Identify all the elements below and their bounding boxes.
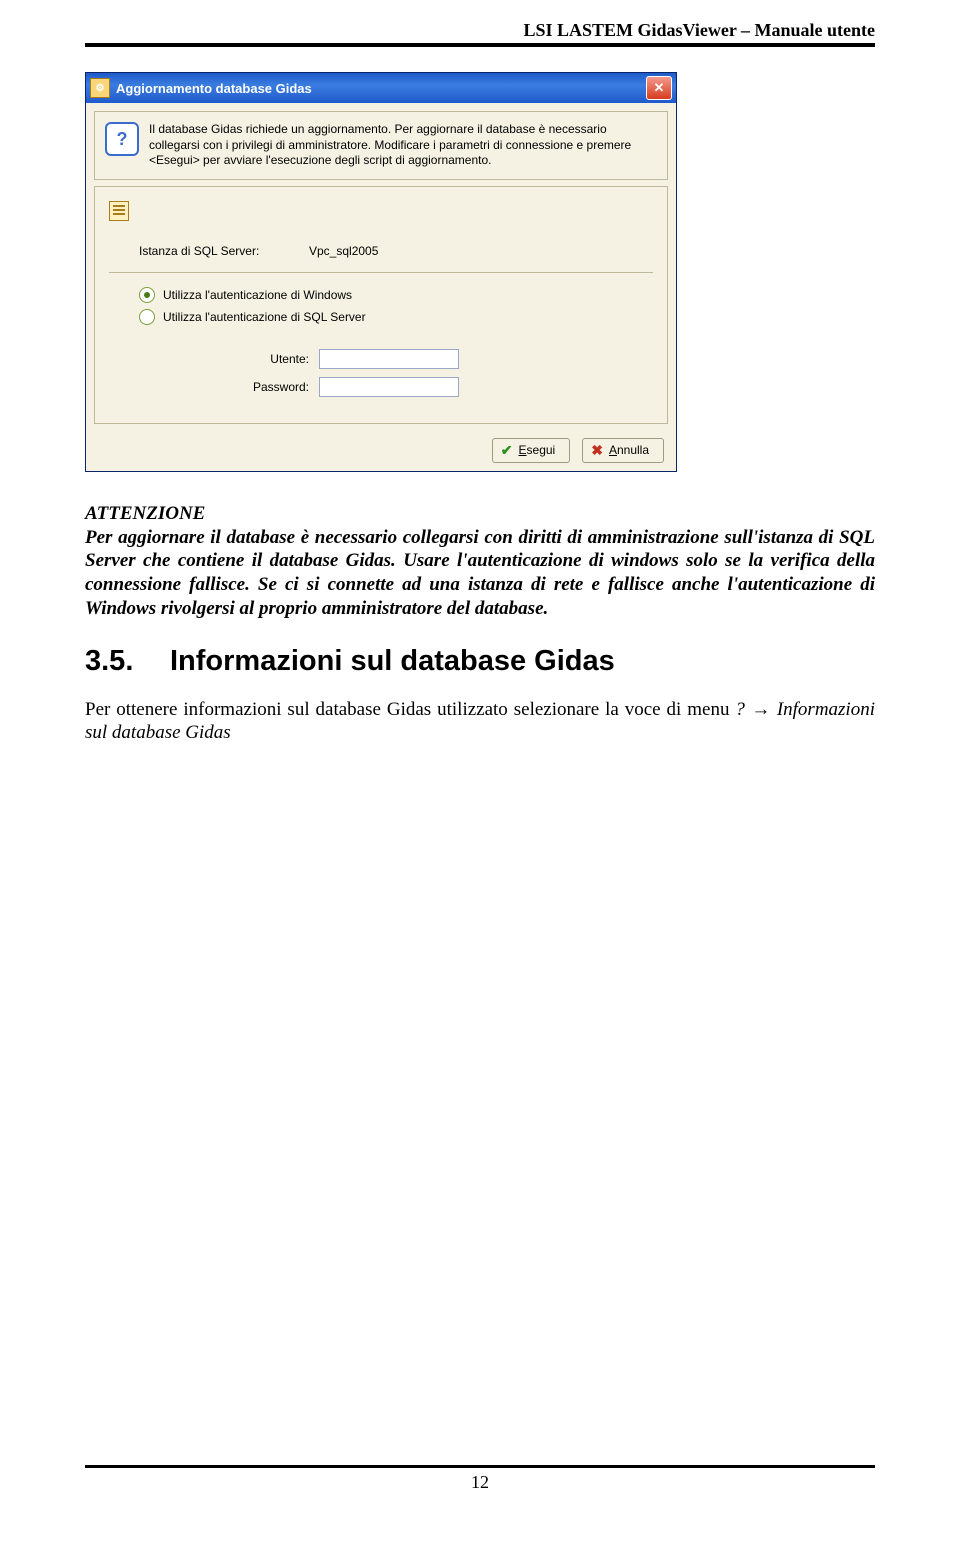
attention-label: ATTENZIONE: [85, 503, 205, 524]
attention-text: Per aggiornare il database è necessario …: [85, 527, 875, 619]
execute-hotkey: E: [519, 443, 527, 457]
dialog-title: Aggiornamento database Gidas: [116, 81, 312, 96]
sheet-icon: [109, 201, 129, 221]
cancel-button[interactable]: ✖ Annulla: [582, 438, 664, 463]
section-heading: 3.5. Informazioni sul database Gidas: [85, 645, 875, 678]
user-input[interactable]: [319, 349, 459, 369]
password-input[interactable]: [319, 377, 459, 397]
instance-label: Istanza di SQL Server:: [109, 244, 309, 258]
page-number: 12: [471, 1472, 489, 1492]
user-label: Utente:: [109, 352, 319, 366]
cancel-rest: nnulla: [617, 443, 649, 457]
app-icon: ⚙: [90, 78, 110, 98]
form-area: Istanza di SQL Server: Vpc_sql2005 Utili…: [94, 186, 668, 424]
execute-button[interactable]: ✔ Esegui: [492, 438, 570, 463]
info-panel: ? Il database Gidas richiede un aggiorna…: [94, 111, 668, 180]
instance-row: Istanza di SQL Server: Vpc_sql2005: [109, 244, 653, 258]
section-number: 3.5.: [85, 645, 170, 678]
x-icon: ✖: [591, 442, 603, 459]
section-title: Informazioni sul database Gidas: [170, 645, 615, 678]
update-dialog: ⚙ Aggiornamento database Gidas ✕ ? Il da…: [85, 72, 677, 472]
radio-sql-auth[interactable]: Utilizza l'autenticazione di SQL Server: [139, 309, 653, 325]
execute-rest: segui: [527, 443, 556, 457]
section-paragraph: Per ottenere informazioni sul database G…: [85, 698, 875, 746]
divider: [109, 272, 653, 273]
close-button[interactable]: ✕: [646, 76, 672, 100]
radio-sql-label: Utilizza l'autenticazione di SQL Server: [163, 310, 366, 324]
doc-header: LSI LASTEM GidasViewer – Manuale utente: [85, 20, 875, 47]
instance-value: Vpc_sql2005: [309, 244, 378, 258]
cancel-hotkey: A: [609, 443, 617, 457]
info-text: Il database Gidas richiede un aggiorname…: [149, 122, 657, 169]
para2-menu: ?: [735, 699, 745, 720]
radio-icon-unselected: [139, 309, 155, 325]
check-icon: ✔: [501, 442, 513, 459]
radio-windows-label: Utilizza l'autenticazione di Windows: [163, 288, 352, 302]
question-icon: ?: [105, 122, 139, 156]
para2-a: Per ottenere informazioni sul database G…: [85, 699, 735, 720]
radio-icon-selected: [139, 287, 155, 303]
attention-paragraph: ATTENZIONE Per aggiornare il database è …: [85, 502, 875, 621]
password-label: Password:: [109, 380, 319, 394]
close-icon: ✕: [654, 80, 665, 96]
titlebar[interactable]: ⚙ Aggiornamento database Gidas ✕: [86, 73, 676, 103]
radio-windows-auth[interactable]: Utilizza l'autenticazione di Windows: [139, 287, 653, 303]
page-footer: 12: [85, 1465, 875, 1493]
arrow-icon: →: [745, 699, 777, 720]
